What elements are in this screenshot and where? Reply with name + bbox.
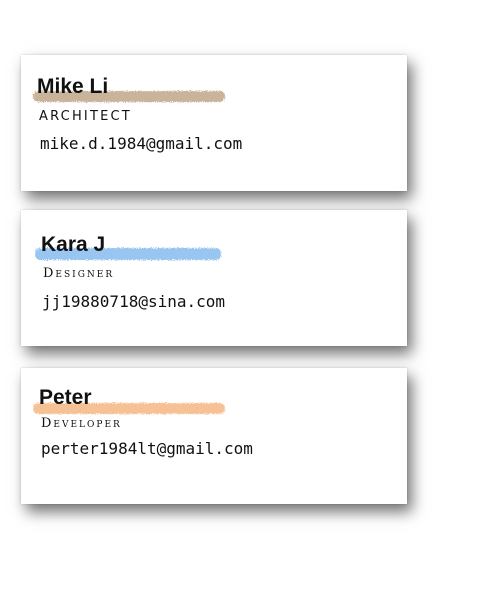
contact-name: Kara J	[41, 233, 106, 256]
name-area: Mike Li	[33, 75, 233, 105]
contact-email[interactable]: perter1984lt@gmail.com	[41, 439, 253, 458]
contact-title: ARCHITECT	[39, 109, 132, 124]
contact-name: Peter	[39, 386, 92, 409]
contact-card-mike-li: Mike Li ARCHITECT mike.d.1984@gmail.com	[21, 55, 407, 191]
contact-card-peter: Peter Developer perter1984lt@gmail.com	[21, 368, 407, 504]
contact-name: Mike Li	[37, 75, 109, 98]
name-area: Kara J	[35, 233, 237, 263]
contact-email[interactable]: jj19880718@sina.com	[42, 292, 225, 311]
contact-title: Designer	[43, 266, 115, 281]
name-area: Peter	[33, 386, 235, 416]
contact-email[interactable]: mike.d.1984@gmail.com	[40, 134, 242, 153]
contact-card-kara-j: Kara J Designer jj19880718@sina.com	[21, 210, 407, 346]
contact-title: Developer	[41, 416, 122, 431]
